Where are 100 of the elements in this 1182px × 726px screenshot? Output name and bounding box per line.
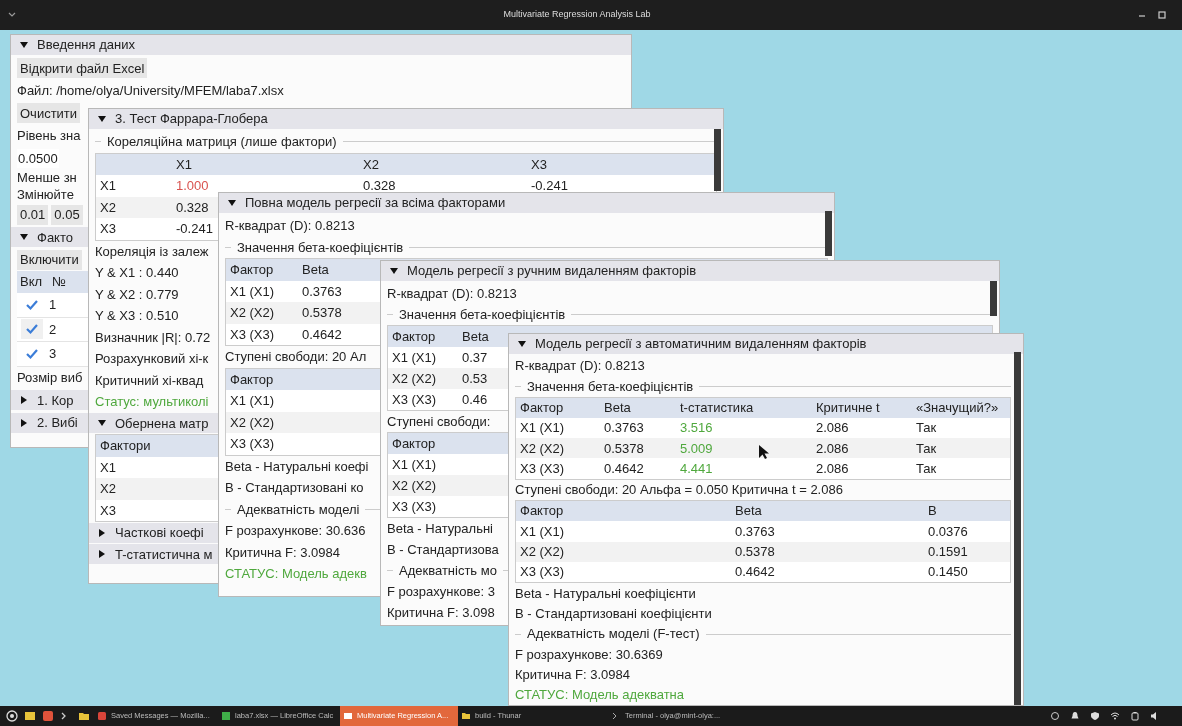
- column-header: Beta: [735, 502, 762, 521]
- label-text: B - Стандартизова: [387, 540, 499, 559]
- collapsed-triangle-icon[interactable]: [97, 549, 107, 560]
- section-header[interactable]: Обернена матр: [89, 413, 218, 434]
- label-text: Beta - Натуральні коефіцієнти: [515, 584, 696, 603]
- wifi-icon[interactable]: [1110, 711, 1120, 721]
- label-text: F розрахункове: 30.636: [225, 522, 366, 540]
- section-header[interactable]: Модель регресії з автоматичним видаленням факторів: [509, 334, 1023, 354]
- status-icon[interactable]: [1050, 711, 1060, 721]
- table-cell-text: X3 (X3): [392, 390, 437, 409]
- app-icon: [97, 711, 107, 721]
- folder-icon[interactable]: [78, 710, 90, 722]
- group-label: Адекватність моделі (F-тест): [527, 625, 700, 644]
- expanded-triangle-icon[interactable]: [19, 40, 29, 50]
- section-header[interactable]: Модель регресії з ручним видаленням факторів: [381, 261, 999, 281]
- scrollbar-thumb[interactable]: [990, 281, 997, 316]
- table-cell-text: X1: [100, 177, 116, 195]
- scrollbar-thumb[interactable]: [714, 129, 721, 191]
- column-header: Beta: [462, 327, 489, 346]
- label-text: Критичний хі-квад: [95, 371, 204, 390]
- section-header[interactable]: Часткові коефі: [89, 522, 218, 543]
- checkmark-icon[interactable]: [25, 323, 39, 336]
- label-text: Менше зн: [17, 169, 77, 188]
- label-text: Розмір виб: [17, 369, 83, 387]
- column-header: Фактор: [392, 327, 436, 346]
- folder-icon: [461, 711, 471, 721]
- section-header[interactable]: 2. Вибі: [11, 412, 88, 433]
- battery-icon[interactable]: [1130, 711, 1140, 721]
- expanded-triangle-icon[interactable]: [97, 114, 107, 124]
- label-text: Визначник |R|: 0.72: [95, 328, 211, 347]
- label-text: Рівень зна: [17, 127, 81, 145]
- column-header: Критичне t: [816, 399, 880, 417]
- column-header: Фактор: [392, 434, 436, 453]
- table-cell-text: 0.3763: [302, 282, 342, 301]
- checkmark-icon[interactable]: [25, 298, 39, 311]
- table-cell-text: -0.241: [176, 220, 213, 238]
- expanded-triangle-icon[interactable]: [389, 266, 399, 276]
- label-text: Ступені свободи: 20 Альфа = 0.050 Критична t = 2.086: [515, 481, 843, 500]
- status-text: СТАТУС: Модель адекватна: [515, 686, 684, 705]
- table-cell-text: X3 (X3): [520, 563, 565, 582]
- checkmark-icon[interactable]: [25, 347, 39, 360]
- preset-button[interactable]: 0.01: [17, 204, 49, 225]
- section-header[interactable]: 3. Тест Фаррара-Глобера: [89, 109, 723, 129]
- scrollbar-thumb[interactable]: [1014, 352, 1021, 705]
- label-text: R-квадрат (D): 0.8213: [387, 284, 517, 303]
- group-label: Адекватність мо: [399, 561, 497, 580]
- shield-icon[interactable]: [1090, 711, 1100, 721]
- app-icon[interactable]: [42, 710, 54, 722]
- label-text: R-квадрат (D): 0.8213: [515, 357, 645, 376]
- action-button[interactable]: Очистити: [17, 103, 81, 124]
- expanded-triangle-icon[interactable]: [517, 339, 527, 349]
- scrollbar-thumb[interactable]: [825, 211, 832, 256]
- table-cell-text: X1 (X1): [520, 419, 565, 438]
- group-label: Значення бета-коефіцієнтів: [237, 238, 404, 257]
- status-text: СТАТУС: Модель адекв: [225, 565, 367, 583]
- table-cell-text: 0.0376: [928, 522, 968, 541]
- table-cell-text: 2.086: [816, 459, 849, 478]
- label-text: Змінюйте: [17, 186, 74, 205]
- collapsed-triangle-icon[interactable]: [97, 527, 107, 538]
- maximize-icon[interactable]: [1158, 11, 1166, 19]
- collapsed-triangle-icon[interactable]: [19, 417, 29, 428]
- bell-icon[interactable]: [1070, 711, 1080, 721]
- preset-button[interactable]: 0.05: [51, 204, 83, 225]
- table-cell-text: 0.328: [176, 198, 209, 217]
- column-header: X1: [176, 155, 192, 174]
- chevron-icon[interactable]: [8, 12, 16, 18]
- table-cell-text: Так: [916, 439, 937, 458]
- action-button[interactable]: Відкрити файл Excel: [17, 58, 148, 79]
- menu-icon[interactable]: [6, 710, 18, 722]
- table-cell-text: 0.3763: [604, 419, 644, 438]
- label-text: Y & X1 : 0.440: [95, 264, 179, 282]
- table-cell-text: 4.441: [680, 459, 713, 478]
- column-header: t-статистика: [680, 399, 754, 417]
- table-cell-text: 0.1591: [928, 543, 968, 562]
- file-manager-icon[interactable]: [24, 710, 36, 722]
- value-field[interactable]: 0.0500: [17, 148, 59, 168]
- table-cell-text: 2.086: [816, 419, 849, 438]
- label-text: F розрахункове: 30.6369: [515, 645, 663, 664]
- label-text: Критична F: 3.098: [387, 603, 495, 622]
- collapsed-triangle-icon[interactable]: [19, 395, 29, 406]
- group-label: Значення бета-коефіцієнтів: [527, 377, 694, 396]
- section-header[interactable]: Факто: [11, 227, 88, 248]
- expanded-triangle-icon[interactable]: [227, 198, 237, 208]
- group-label: Значення бета-коефіцієнтів: [399, 305, 566, 324]
- label-text: B - Стандартизовані коефіцієнти: [515, 604, 712, 623]
- column-header: B: [928, 502, 937, 521]
- section-header[interactable]: T-статистична м: [89, 544, 218, 565]
- label-text: Y & X2 : 0.779: [95, 285, 179, 304]
- label-text: Файл: /home/olya/University/MFEM/laba7.xlsx: [17, 82, 284, 100]
- section-header[interactable]: 1. Кор: [11, 390, 88, 411]
- table-cell-text: 0.4642: [302, 325, 342, 344]
- section-header[interactable]: Введення даних: [11, 35, 631, 55]
- label-text: Кореляція із залеж: [95, 242, 209, 261]
- table-cell-text: X3 (X3): [230, 435, 275, 453]
- section-header[interactable]: Повна модель регресії за всіма факторами: [219, 193, 834, 213]
- column-header: №: [52, 273, 66, 292]
- table-cell-text: X2 (X2): [392, 369, 437, 388]
- window-title: Multivariate Regression Analysis Lab: [502, 8, 652, 22]
- table-cell-text: 5.009: [680, 439, 713, 458]
- action-button[interactable]: Включити: [17, 249, 82, 270]
